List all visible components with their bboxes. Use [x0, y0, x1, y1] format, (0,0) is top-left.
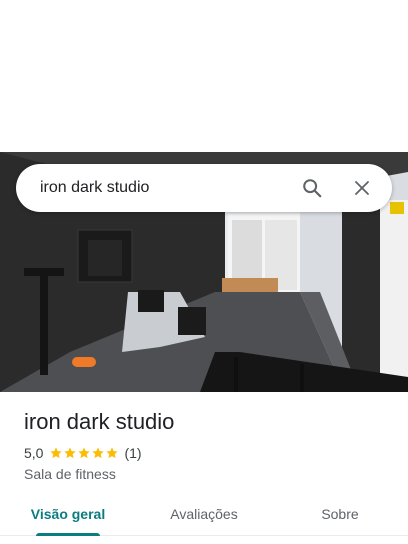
search-bar	[16, 164, 392, 212]
place-category[interactable]: Sala de fitness	[24, 466, 116, 482]
star-icon	[106, 447, 119, 459]
place-tabs: Visão geral Avaliações Sobre	[0, 492, 408, 536]
rating-count[interactable]: (1)	[124, 445, 141, 461]
close-button[interactable]	[344, 170, 380, 206]
place-title: iron dark studio	[24, 409, 175, 434]
star-icon	[78, 447, 91, 459]
star-icon	[92, 447, 105, 459]
tab-about[interactable]: Sobre	[272, 492, 408, 535]
tab-label: Avaliações	[170, 505, 238, 522]
rating-stars	[49, 446, 119, 460]
search-button[interactable]	[294, 170, 330, 206]
tab-label: Sobre	[321, 505, 359, 522]
tab-overview[interactable]: Visão geral	[0, 492, 136, 536]
star-icon	[50, 447, 63, 459]
tab-reviews[interactable]: Avaliações	[136, 492, 272, 535]
rating-row[interactable]: 5,0 (1)	[24, 445, 142, 461]
tab-label: Visão geral	[30, 505, 106, 522]
rating-value: 5,0	[24, 445, 44, 461]
search-icon	[303, 179, 322, 198]
close-icon	[355, 181, 369, 195]
star-icon	[64, 447, 77, 459]
search-input[interactable]	[40, 164, 294, 212]
